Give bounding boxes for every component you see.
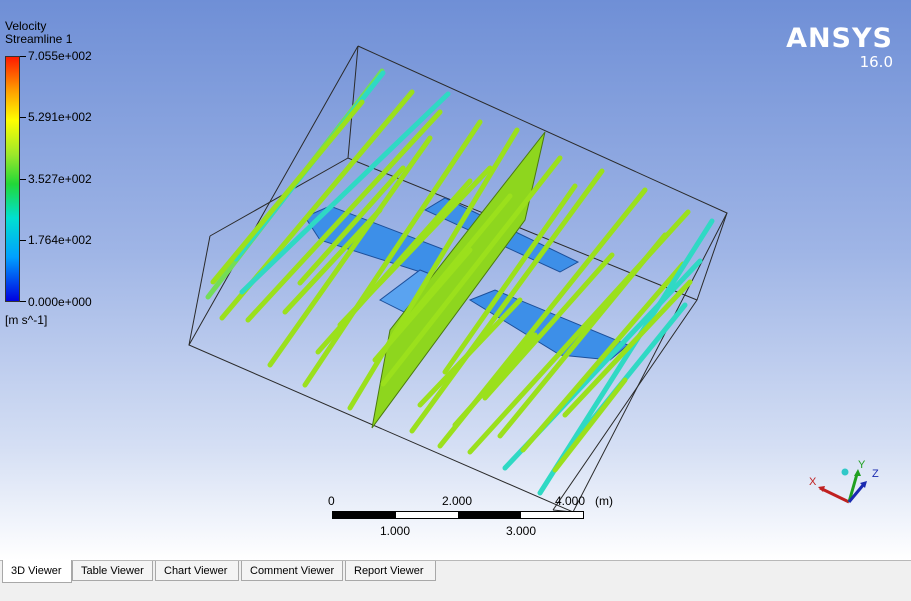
legend-color-bar — [5, 56, 20, 302]
legend-unit: [m s^-1] — [5, 313, 48, 327]
ansys-logo: ANSYS 16.0 — [786, 23, 893, 71]
legend-label-max: 7.055e+002 — [28, 49, 92, 63]
tab-report-viewer[interactable]: Report Viewer — [345, 561, 436, 581]
scale-label: 0 — [328, 494, 335, 508]
tab-comment-viewer[interactable]: Comment Viewer — [241, 561, 343, 581]
scale-segment — [458, 512, 521, 518]
legend-tick — [20, 117, 26, 118]
scale-label: 4.000 — [555, 494, 586, 508]
streamlines — [205, 68, 715, 496]
viewer-tab-bar: 3D Viewer Table Viewer Chart Viewer Comm… — [0, 560, 911, 601]
scale-label: 1.000 — [380, 524, 411, 538]
streamline — [347, 127, 520, 411]
legend-streamline-title: Streamline 1 — [5, 32, 73, 46]
scale-unit: (m) — [595, 494, 613, 508]
view-center-dot — [841, 468, 849, 476]
legend-tick — [20, 240, 26, 241]
brand-version: 16.0 — [859, 53, 893, 71]
3d-viewport[interactable]: Velocity Streamline 1 7.055e+002 5.291e+… — [0, 0, 911, 560]
tab-table-viewer[interactable]: Table Viewer — [72, 561, 153, 581]
legend-label: 1.764e+002 — [28, 233, 92, 247]
scale-label: 3.000 — [506, 524, 537, 538]
x-axis-label: X — [809, 476, 817, 488]
legend-label: 5.291e+002 — [28, 110, 92, 124]
tab-3d-viewer[interactable]: 3D Viewer — [2, 560, 72, 583]
x-axis-line — [819, 486, 850, 504]
y-axis-label: Y — [858, 459, 866, 471]
scale-bar — [332, 511, 584, 519]
legend-tick — [20, 301, 26, 302]
legend-label-min: 0.000e+000 — [28, 295, 92, 309]
legend-variable-title: Velocity — [5, 19, 47, 33]
scale-label: 2.000 — [442, 494, 473, 508]
3d-scene — [188, 45, 728, 513]
brand-name: ANSYS — [786, 23, 893, 54]
scale-segment — [333, 512, 396, 518]
legend-tick — [20, 56, 26, 57]
legend-tick — [20, 179, 26, 180]
streamline — [520, 261, 686, 453]
tab-chart-viewer[interactable]: Chart Viewer — [155, 561, 239, 581]
axis-triad[interactable]: X Y Z — [808, 456, 883, 516]
legend-label: 3.527e+002 — [28, 172, 92, 186]
z-axis-label: Z — [872, 468, 879, 480]
